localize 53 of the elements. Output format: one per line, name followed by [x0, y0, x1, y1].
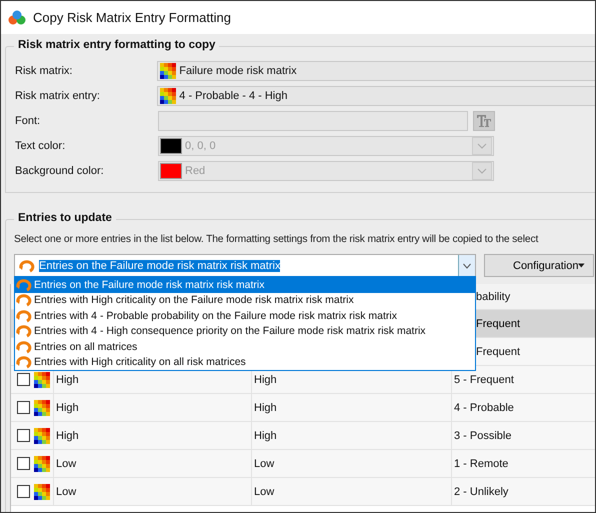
table-cell: High	[254, 374, 277, 386]
checkbox[interactable]	[17, 373, 30, 386]
checkbox[interactable]	[17, 457, 30, 470]
refresh-icon	[15, 324, 33, 338]
field-label: Background color:	[15, 165, 105, 177]
refresh-icon	[15, 278, 33, 292]
matrix-field[interactable]: 4 - Probable - 4 - High	[157, 86, 595, 106]
instructions-text: Select one or more entries in the list below. The formatting settings from the risk matrix entry will be copied to the select	[14, 234, 540, 245]
field-label: Font:	[15, 115, 42, 127]
table-cell: 2 - Unlikely	[451, 478, 595, 505]
group-title: Entries to update	[14, 212, 116, 224]
window-title: Copy Risk Matrix Entry Formatting	[33, 10, 231, 25]
risk-matrix-icon	[34, 484, 50, 500]
caret-icon	[578, 263, 585, 268]
table-cell: Low	[254, 458, 274, 470]
table-cell: High	[254, 430, 277, 442]
table-cell: Low	[56, 458, 76, 470]
table-cell: Low	[56, 486, 76, 498]
table-cell: 4 - Probable	[451, 394, 595, 421]
field-label: Risk matrix:	[15, 65, 74, 77]
risk-matrix-icon	[34, 456, 50, 472]
refresh-icon	[15, 308, 33, 323]
refresh-icon	[15, 293, 33, 308]
risk-matrix-icon	[34, 428, 50, 444]
table-cell: High	[56, 374, 79, 386]
group-title: Risk matrix entry formatting to copy	[14, 39, 220, 51]
table-cell: High	[56, 402, 79, 414]
checkbox[interactable]	[17, 429, 30, 442]
table-cell: 5 - Frequent	[451, 366, 595, 393]
refresh-icon	[18, 258, 36, 272]
font-field[interactable]	[158, 111, 468, 131]
checkbox[interactable]	[17, 401, 30, 414]
chevron-icon	[472, 137, 492, 155]
risk-matrix-icon	[34, 400, 50, 416]
refresh-icon	[15, 340, 33, 354]
risk-matrix-icon	[34, 372, 50, 388]
risk-matrix-icon	[160, 63, 176, 79]
dropdown-option[interactable]: Entries on the Failure mode risk matrix risk matrix	[15, 277, 475, 292]
table-cell: 1 - Remote	[451, 450, 595, 477]
refresh-icon	[15, 355, 33, 370]
table-cell: High	[56, 430, 79, 442]
chevron-icon	[472, 162, 492, 180]
table-cell: 3 - Possible	[451, 422, 595, 449]
matrix-field[interactable]: Failure mode risk matrix	[157, 61, 595, 81]
table-cell: High	[254, 402, 277, 414]
field-label: Text color:	[15, 140, 66, 152]
checkbox[interactable]	[17, 485, 30, 498]
table-cell: Low	[254, 486, 274, 498]
configuration-button[interactable]: Configuration	[484, 254, 594, 277]
field-label: Risk matrix entry:	[15, 90, 101, 102]
risk-matrix-icon	[160, 88, 176, 104]
column-header[interactable]: bability	[451, 284, 595, 309]
app-icon	[8, 10, 26, 26]
